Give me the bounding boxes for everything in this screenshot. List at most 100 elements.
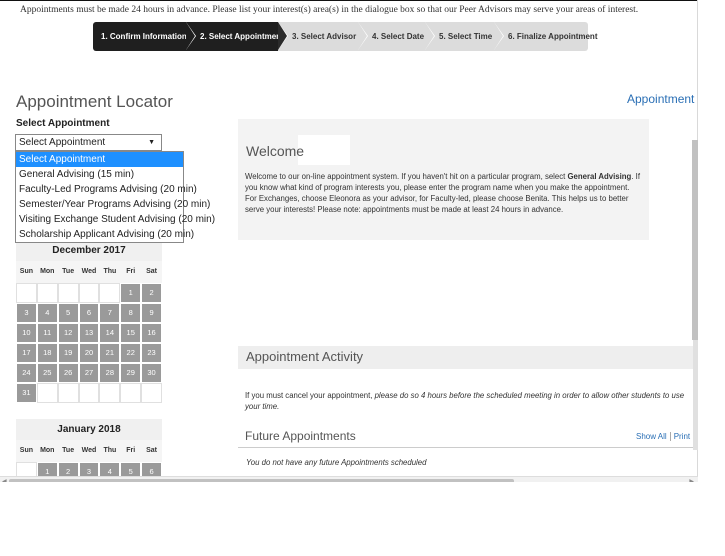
no-appointments-message: You do not have any future Appointments … — [246, 458, 427, 467]
step-select-appointment[interactable]: 2. Select Appointment — [186, 22, 288, 51]
show-all-link[interactable]: Show All — [636, 432, 667, 441]
calendar-weekday-header: Sun Mon Tue Wed Thu Fri Sat — [16, 440, 162, 462]
calendar-day[interactable]: 27 — [78, 363, 100, 383]
step-finalize-appointment[interactable]: 6. Finalize Appointment — [494, 22, 597, 51]
calendar-empty-cell — [120, 383, 142, 403]
calendar-day[interactable]: 31 — [16, 383, 37, 403]
welcome-text-part: Welcome to our on-line appointment syste… — [245, 172, 568, 181]
calendar-day[interactable]: 11 — [36, 323, 58, 343]
print-link[interactable]: Print , — [674, 432, 695, 441]
calendar-title: December 2017 — [16, 240, 162, 261]
calendar-day[interactable]: 18 — [36, 343, 58, 363]
calendar-empty-cell — [36, 383, 58, 403]
weekday-label: Sat — [146, 447, 158, 454]
calendar-day[interactable]: 9 — [141, 303, 162, 323]
weekday-label: Wed — [81, 447, 97, 454]
general-advising-highlight: General Advising — [567, 172, 632, 181]
step-select-date[interactable]: 4. Select Date — [358, 22, 435, 51]
weekday-label: Sun — [19, 268, 34, 275]
calendar-day[interactable]: 13 — [78, 323, 100, 343]
calendar-day[interactable]: 7 — [99, 303, 121, 323]
dropdown-option[interactable]: Faculty-Led Programs Advising (20 min) — [16, 182, 197, 197]
step-arrow — [494, 22, 503, 50]
dropdown-option[interactable]: Visiting Exchange Student Advising (20 m… — [16, 212, 215, 227]
calendar-day[interactable]: 4 — [36, 303, 58, 323]
weekday-label: Fri — [126, 447, 136, 454]
scroll-left-icon[interactable]: ◀ — [2, 478, 7, 482]
calendar-day[interactable]: 2 — [141, 283, 162, 303]
select-value: Select Appointment — [19, 137, 106, 148]
appointment-activity-link[interactable]: Appointment Ac — [627, 92, 698, 106]
scroll-right-icon[interactable]: ▶ — [689, 478, 694, 482]
calendar-day[interactable]: 26 — [57, 363, 79, 383]
calendar-day[interactable]: 5 — [57, 303, 79, 323]
calendar-day[interactable]: 15 — [120, 323, 142, 343]
calendar-day[interactable]: 8 — [120, 303, 142, 323]
calendar-empty-cell — [16, 283, 37, 303]
link-divider — [669, 432, 671, 442]
dropdown-option[interactable]: General Advising (15 min) — [16, 167, 183, 182]
step-label: 6. Finalize Appointment — [508, 32, 598, 41]
step-arrow — [278, 22, 287, 50]
calendar-day[interactable]: 3 — [16, 303, 37, 323]
welcome-text: Welcome to our on-line appointment syste… — [245, 171, 643, 215]
calendar-day[interactable]: 29 — [120, 363, 142, 383]
weekday-label: Thu — [103, 268, 117, 275]
weekday-label: Fri — [126, 268, 136, 275]
weekday-label: Thu — [103, 447, 117, 454]
calendar-day-grid: 1 2 3 4 5 6 7 8 9 10 11 12 13 14 15 16 17 18 19 20 21 22 23 24 2… — [16, 283, 162, 403]
calendar-day[interactable]: 30 — [141, 363, 162, 383]
calendar-day[interactable]: 6 — [78, 303, 100, 323]
welcome-title: Welcome — [246, 143, 305, 159]
welcome-panel: Welcome Welcome to our on-line appointme… — [238, 119, 649, 240]
section-divider — [238, 447, 698, 448]
step-confirm-information[interactable]: 1. Confirm Information — [93, 22, 196, 51]
horizontal-scrollbar-thumb[interactable] — [9, 479, 514, 482]
weekday-label: Wed — [81, 268, 97, 275]
calendar-day[interactable]: 10 — [16, 323, 37, 343]
dropdown-option[interactable]: Semester/Year Programs Advising (20 min) — [16, 197, 210, 212]
calendar-title: January 2018 — [16, 419, 162, 440]
calendar-empty-cell — [57, 283, 79, 303]
vertical-scrollbar-thumb[interactable] — [692, 140, 698, 340]
calendar-empty-cell — [57, 383, 79, 403]
cancellation-text: If you must cancel your appointment, — [245, 391, 375, 400]
horizontal-scrollbar[interactable]: ◀ ▶ — [0, 476, 698, 482]
calendar-day[interactable]: 24 — [16, 363, 37, 383]
advance-notice: Appointments must be made 24 hours in ad… — [20, 5, 639, 15]
calendar-day[interactable]: 28 — [99, 363, 121, 383]
weekday-label: Sat — [146, 268, 158, 275]
step-arrow — [425, 22, 434, 50]
browser-frame: Appointments must be made 24 hours in ad… — [0, 0, 725, 556]
step-select-advisor[interactable]: 3. Select Advisor — [278, 22, 368, 51]
dropdown-option[interactable]: Scholarship Applicant Advising (20 min) — [16, 227, 194, 242]
calendar-empty-cell — [99, 283, 121, 303]
calendar-day[interactable]: 16 — [141, 323, 162, 343]
calendar-day[interactable]: 22 — [120, 343, 142, 363]
calendar-day[interactable]: 1 — [120, 283, 142, 303]
calendar-day[interactable]: 21 — [99, 343, 121, 363]
calendar-day[interactable]: 14 — [99, 323, 121, 343]
step-label: 1. Confirm Information — [101, 32, 187, 41]
dropdown-option[interactable]: Select Appointment — [16, 152, 183, 167]
appointment-type-dropdown: Select Appointment General Advising (15 … — [15, 151, 215, 243]
page-title: Appointment Locator — [16, 92, 173, 111]
appointment-type-select[interactable]: Select Appointment ▼ — [15, 134, 162, 151]
calendar-day[interactable]: 17 — [16, 343, 37, 363]
step-label: 5. Select Time — [439, 32, 493, 41]
appointment-activity-title: Appointment Activity — [246, 349, 364, 364]
calendar-weekday-header: Sun Mon Tue Wed Thu Fri Sat — [16, 261, 162, 283]
step-label: 4. Select Date — [372, 32, 425, 41]
appointment-activity-header: Appointment Activity — [238, 346, 698, 369]
dropdown-arrow-icon: ▼ — [148, 139, 155, 146]
calendar-empty-cell — [141, 383, 162, 403]
calendar-day[interactable]: 12 — [57, 323, 79, 343]
step-select-time[interactable]: 5. Select Time — [425, 22, 504, 51]
calendar-day[interactable]: 19 — [57, 343, 79, 363]
calendar-day[interactable]: 20 — [78, 343, 100, 363]
calendar-december-2017: December 2017 Sun Mon Tue Wed Thu Fri Sa… — [16, 240, 162, 403]
calendar-day[interactable]: 25 — [36, 363, 58, 383]
weekday-label: Mon — [40, 447, 55, 454]
calendar-day[interactable]: 23 — [141, 343, 162, 363]
step-arrow — [186, 22, 195, 50]
